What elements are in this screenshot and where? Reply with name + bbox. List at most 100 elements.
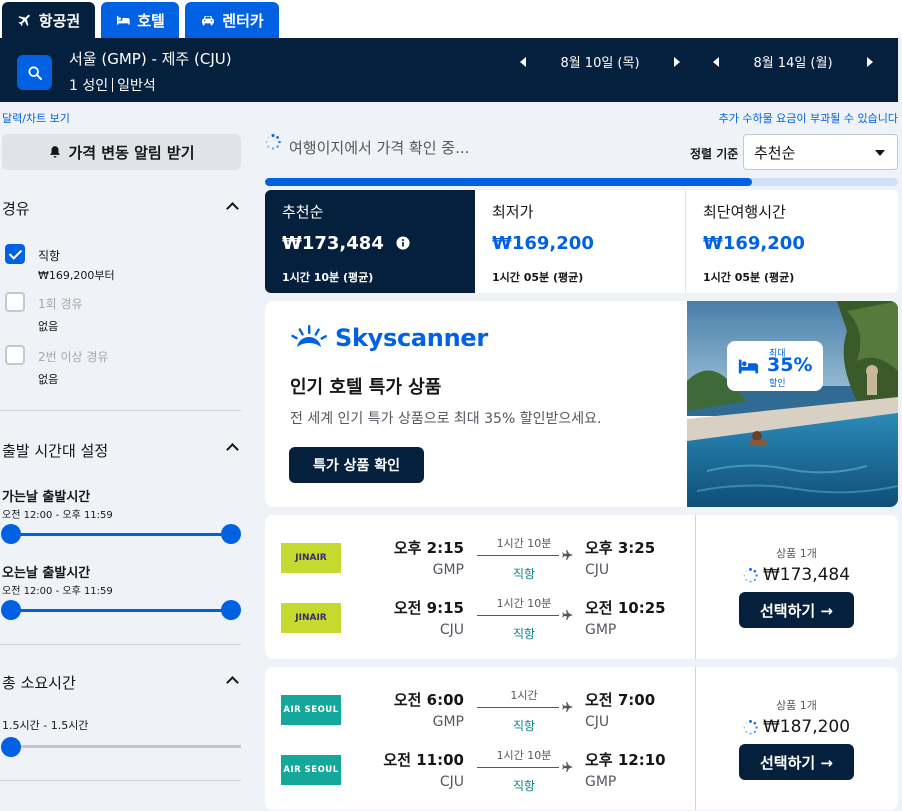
return-time-start-handle[interactable] [1,600,21,620]
passenger-cabin[interactable]: 1 성인 일반석 [69,75,156,95]
search-summary-bar: 서울 (GMP) - 제주 (CJU) 1 성인 일반석 8월 10일 (목) 8… [0,38,898,102]
route-line [477,707,559,708]
flight-result-card[interactable]: JINAIR 오후 2:15 GMP 1시간 10분 직항 오후 3:25 CJ… [265,515,898,659]
chevron-up-icon[interactable] [226,676,239,689]
hotel-deal-ad: Skyscanner 인기 호텔 특가 상품 전 세계 인기 특가 상품으로 최… [265,301,898,507]
tab-label: 호텔 [137,11,165,30]
jinair-logo: JINAIR [281,603,341,633]
stops-info: 직항 [512,627,536,641]
depart-date[interactable]: 8월 10일 (목) [560,52,639,71]
ad-title: 인기 호텔 특가 상품 [290,377,442,398]
arrival-time: 오전 7:00 [585,691,656,709]
departure-time: 오전 6:00 [393,691,464,709]
prev-depart-date-icon[interactable] [520,56,526,67]
stops-direct-checkbox[interactable] [5,244,25,264]
arrival-time: 오전 10:25 [585,599,666,617]
sort-tab-label: 최저가 [492,203,534,221]
tab-hotels[interactable]: 호텔 [101,2,179,38]
stops-two-plus-label: 2번 이상 경유 [38,350,109,364]
divider [0,410,241,411]
times-title: 출발 시간대 설정 [2,442,109,460]
prev-return-date-icon[interactable] [713,56,719,67]
brand-name: Skyscanner [335,324,488,352]
sort-value: 추천순 [754,143,796,162]
stops-one-checkbox[interactable] [5,292,25,312]
departure-time: 오전 11:00 [383,751,464,769]
airplane-icon [562,702,573,712]
ad-description: 전 세계 인기 특가 상품으로 최대 35% 할인받으세요. [290,411,602,427]
sort-tab-best[interactable]: 추천순 ₩173,484 1시간 10분 (평균) [265,190,475,293]
sort-tab-price-value: ₩173,484 [282,233,384,254]
divider [0,780,241,781]
route-line [477,615,559,616]
departure-airport: CJU [439,622,464,638]
sort-tab-cheapest[interactable]: 최저가 ₩169,200 1시간 05분 (평균) [475,190,686,293]
return-date[interactable]: 8월 14일 (월) [753,52,832,71]
sort-tab-fastest[interactable]: 최단여행시간 ₩169,200 1시간 05분 (평균) [686,190,898,293]
flight-price: ₩187,200 [695,717,898,737]
caret-down-icon [875,150,885,156]
departure-airport: CJU [439,774,464,790]
flight-result-card[interactable]: AIR SEOUL 오전 6:00 GMP 1시간 직항 오전 7:00 CJU… [265,667,898,810]
stops-one-label: 1회 경유 [38,297,83,311]
baggage-fee-notice[interactable]: 추가 수하물 요금이 부과될 수 있습니다 [719,110,898,126]
tab-flights[interactable]: 항공권 [2,2,95,38]
airline-name: AIR SEOUL [283,705,339,715]
loading-spinner-icon [743,567,758,583]
stops-direct-label: 직항 [38,249,61,263]
tab-label: 항공권 [38,11,81,30]
airplane-icon [562,762,573,772]
return-time-track[interactable] [11,609,231,612]
select-flight-button[interactable]: 선택하기 → [739,744,854,780]
pool-scene-illustration [687,301,898,507]
bell-icon [50,146,61,158]
flight-duration: 1시간 10분 [496,749,552,762]
loading-spinner-icon [743,719,758,735]
divider [695,515,696,659]
tab-label: 렌터카 [222,11,264,30]
calendar-chart-link[interactable]: 달력/차트 보기 [2,110,70,126]
next-depart-date-icon[interactable] [673,56,680,67]
stops-info: 직항 [512,719,536,733]
airline-name: AIR SEOUL [283,765,339,775]
sort-tab-duration: 1시간 05분 (평균) [492,271,584,284]
air-seoul-logo: AIR SEOUL [281,755,341,785]
route-text[interactable]: 서울 (GMP) - 제주 (CJU) [69,48,232,69]
sort-tab-duration: 1시간 05분 (평균) [703,271,795,284]
duration-handle[interactable] [1,737,21,757]
stops-two-plus-checkbox[interactable] [5,345,25,365]
price-value: ₩187,200 [762,717,851,737]
stops-one-sub: 없음 [38,320,59,333]
select-flight-button[interactable]: 선택하기 → [739,592,854,628]
sort-select[interactable]: 추천순 [743,134,898,170]
chevron-up-icon[interactable] [226,443,239,456]
departure-time: 오전 9:15 [393,599,464,617]
departure-time: 오후 2:15 [393,539,464,557]
see-deals-button[interactable]: 특가 상품 확인 [289,447,424,483]
next-return-date-icon[interactable] [866,56,873,67]
outbound-time-end-handle[interactable] [221,524,241,544]
return-time-label: 오는날 출발시간 [2,566,91,581]
arrival-airport: CJU [585,562,610,578]
price-alert-label: 가격 변동 알림 받기 [68,143,195,162]
airplane-icon [562,550,573,560]
info-icon[interactable] [396,236,410,250]
airline-name: JINAIR [295,553,327,563]
jinair-logo: JINAIR [281,543,341,573]
arrival-airport: CJU [585,714,610,730]
sort-label: 정렬 기준 [690,147,739,161]
search-button[interactable] [17,55,52,90]
outbound-time-range: 오전 12:00 - 오후 11:59 [2,510,113,521]
search-icon [27,65,42,80]
chevron-up-icon[interactable] [226,202,239,215]
stops-title: 경유 [2,200,30,218]
outbound-time-start-handle[interactable] [1,524,21,544]
duration-track[interactable] [11,745,241,748]
product-tabs: 항공권 호텔 렌터카 [0,0,902,38]
return-time-end-handle[interactable] [221,600,241,620]
outbound-time-track[interactable] [11,533,231,536]
tab-car-hire[interactable]: 렌터카 [185,2,279,38]
car-icon [202,16,215,26]
hotel-pool-image: 최대 35% 할인 [687,301,898,507]
price-alert-button[interactable]: 가격 변동 알림 받기 [2,134,241,170]
